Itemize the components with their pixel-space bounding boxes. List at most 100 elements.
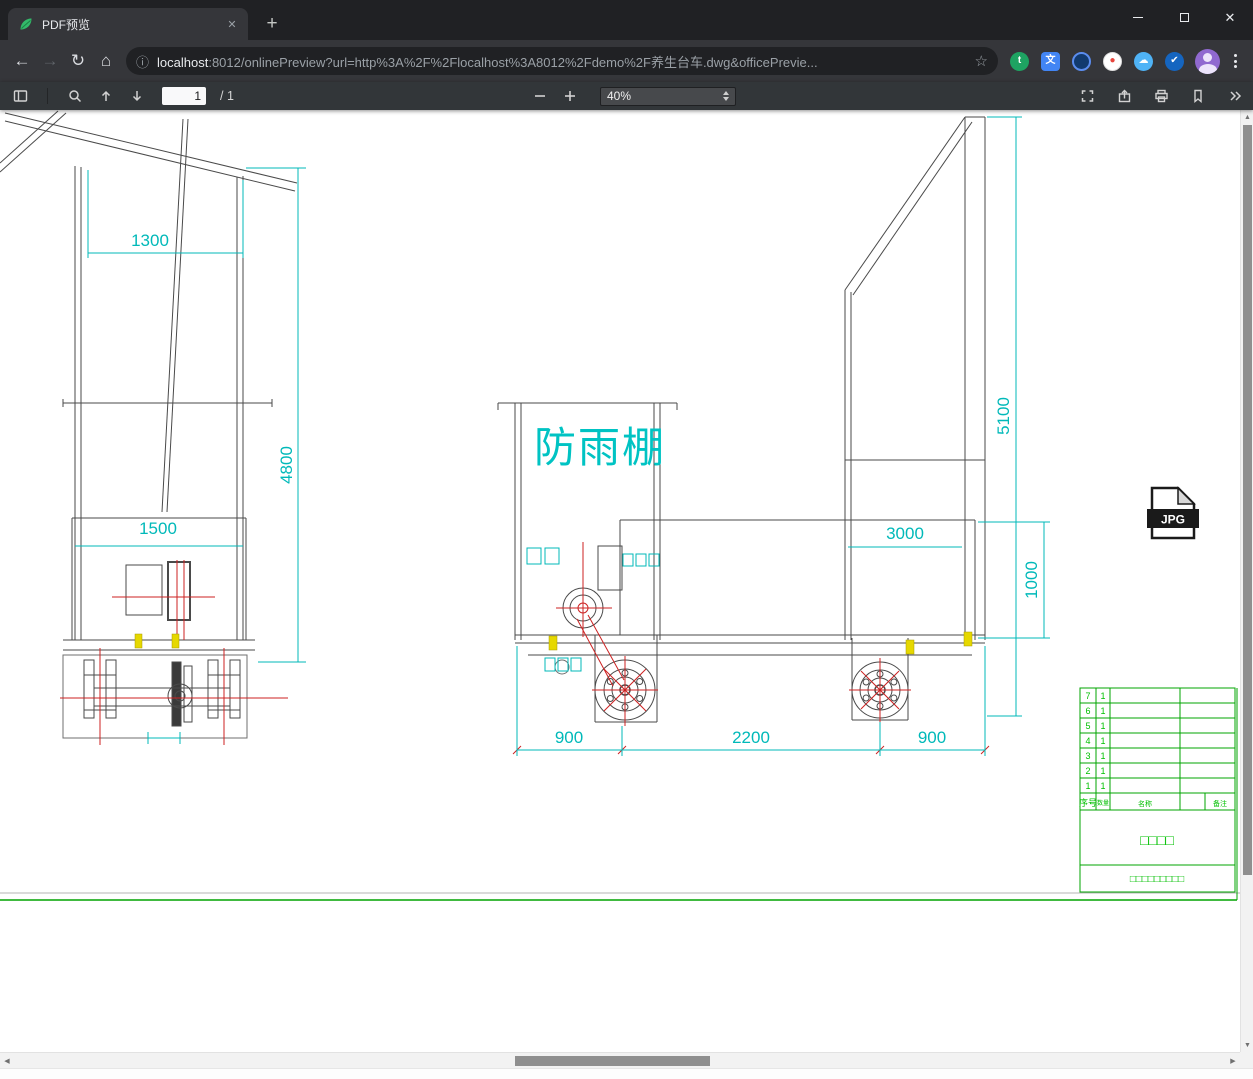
browser-menu-button[interactable] [1225,49,1245,74]
presentation-mode-button[interactable] [1075,84,1099,108]
window-controls: ✕ [1115,0,1253,34]
bookmark-star-icon[interactable]: ☆ [975,52,988,70]
minimize-icon [1133,16,1143,18]
cad-drawing: 1300 4800 1500 5100 3000 1000 900 2200 9… [0,110,1240,901]
tb-row-no: 5 [1085,721,1090,731]
title-block: 7 1 6 1 5 1 4 1 3 1 2 1 1 1 序号 数量 名称 备注 … [1079,687,1236,893]
page-down-button[interactable] [125,84,149,108]
page-count-label: / 1 [220,89,234,103]
forward-icon: → [41,51,59,70]
search-button[interactable] [63,84,87,108]
dim-front-height: 4800 [277,446,296,484]
page-number-input[interactable] [162,87,206,105]
toolbar-separator [47,88,48,104]
dim-bottom-right: 900 [918,728,946,747]
tb-row-no: 1 [1085,781,1090,791]
tb-header-no: 序号 [1079,797,1097,808]
print-icon [1154,89,1168,103]
horizontal-scrollbar[interactable]: ◀ ▶ [0,1052,1240,1068]
tb-header-note: 备注 [1213,799,1227,808]
sidebar-toggle-icon [13,90,27,102]
back-icon: ← [13,51,31,70]
view-bookmark-button[interactable] [1186,84,1210,108]
print-button[interactable] [1149,84,1173,108]
more-tools-button[interactable] [1223,84,1247,108]
reload-icon: ↻ [70,51,86,70]
extension-icon-5[interactable]: ☁ [1131,49,1156,74]
profile-avatar[interactable] [1195,48,1220,74]
maximize-icon [1179,12,1189,22]
zoom-select-arrows-icon [723,91,729,101]
tb-row-no: 6 [1085,706,1090,716]
browser-tab[interactable]: PDF预览 ✕ [8,8,248,40]
close-icon: ✕ [1224,9,1236,25]
zoom-in-icon [565,91,575,101]
tb-title-text: □□□□ [1140,832,1174,848]
maximize-button[interactable] [1161,0,1207,34]
tb-header-name: 名称 [1138,799,1152,808]
scroll-up-arrow-icon[interactable]: ▲ [1241,110,1253,124]
bottom-strip [0,1068,1253,1079]
tb-row-no: 2 [1085,766,1090,776]
home-icon: ⌂ [100,51,112,70]
zoom-select[interactable]: 40% [600,86,736,106]
tb-row-qty: 1 [1100,751,1105,761]
arrow-up-icon [101,90,111,101]
window-titlebar: PDF预览 ✕ + ✕ [0,0,1253,40]
url-host: localhost [157,54,209,70]
scroll-down-arrow-icon[interactable]: ▼ [1241,1038,1253,1052]
tab-close-icon[interactable]: ✕ [224,16,240,32]
fullscreen-icon [1081,90,1093,102]
search-icon [69,90,82,103]
url-text: localhost:8012/onlinePreview?url=http%3A… [157,52,967,71]
site-info-icon[interactable]: ⓘ [136,52,149,71]
zoom-value: 40% [607,89,632,103]
reload-button[interactable]: ↻ [64,47,92,75]
tb-row-no: 7 [1085,691,1090,701]
side-view-lines [497,116,986,723]
extension-icon-6[interactable]: ✔ [1162,49,1187,74]
tb-header-qty: 数量 [1097,799,1109,807]
bookmark-icon [1194,89,1202,103]
red-centerlines [60,542,990,755]
extension-icon-3[interactable] [1069,49,1094,74]
tb-row-qty: 1 [1100,766,1105,776]
vertical-scrollbar[interactable]: ▲ ▼ [1240,110,1253,1052]
zoom-out-button[interactable] [528,84,552,108]
extension-icon-4[interactable]: ● [1100,49,1125,74]
close-button[interactable]: ✕ [1207,0,1253,34]
url-bar[interactable]: ⓘ localhost:8012/onlinePreview?url=http%… [126,47,998,75]
tb-row-qty: 1 [1100,736,1105,746]
front-view-lines [0,110,298,739]
pdf-toolbar: / 1 40% [0,82,1253,110]
open-file-button[interactable] [1112,84,1136,108]
tb-row-no: 3 [1085,751,1090,761]
open-file-icon [1118,89,1130,103]
tb-row-qty: 1 [1100,721,1105,731]
vertical-scrollbar-thumb[interactable] [1242,125,1252,875]
tb-row-no: 4 [1085,736,1090,746]
page-up-button[interactable] [94,84,118,108]
scroll-right-arrow-icon[interactable]: ▶ [1226,1053,1240,1069]
pdf-page-canvas: 1300 4800 1500 5100 3000 1000 900 2200 9… [0,110,1240,1052]
url-path: :8012/onlinePreview?url=http%3A%2F%2Floc… [208,54,818,70]
forward-button[interactable]: → [36,47,64,75]
zoom-in-button[interactable] [558,84,582,108]
home-button[interactable]: ⌂ [92,47,120,75]
dim-side-top-width: 3000 [886,524,924,543]
new-tab-button[interactable]: + [258,10,286,38]
extension-icon-1[interactable]: t [1007,49,1032,74]
dim-front-inner-width: 1500 [139,519,177,538]
back-button[interactable]: ← [8,47,36,75]
dim-side-height: 5100 [994,397,1013,435]
tb-footer-text: □□□□□□□□□ [1130,874,1184,885]
tb-row-qty: 1 [1100,706,1105,716]
dim-bottom-left: 900 [555,728,583,747]
tb-row-qty: 1 [1100,781,1105,791]
scroll-left-arrow-icon[interactable]: ◀ [0,1053,14,1069]
dim-side-box-height: 1000 [1022,561,1041,599]
horizontal-scrollbar-thumb[interactable] [515,1055,710,1066]
minimize-button[interactable] [1115,0,1161,34]
extension-icon-2[interactable]: 文 [1038,49,1063,74]
sidebar-toggle-button[interactable] [8,84,32,108]
